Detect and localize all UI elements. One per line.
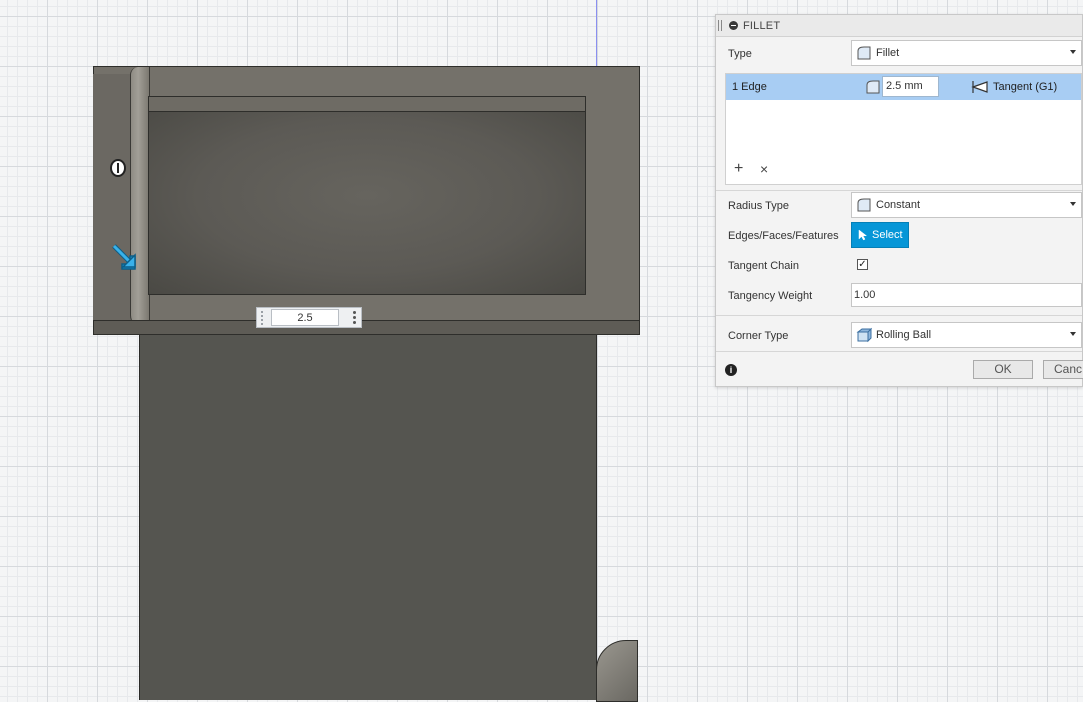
fillet-constant-icon	[857, 198, 871, 212]
edges-faces-features-label: Edges/Faces/Features	[728, 230, 839, 242]
edge-row[interactable]: 1 Edge 2.5 mm Tangent (G1)	[726, 74, 1081, 100]
fillet-type-icon	[857, 46, 871, 60]
edge-name: 1 Edge	[732, 81, 767, 93]
panel-header[interactable]: FILLET	[716, 15, 1082, 37]
edge-continuity[interactable]: Tangent (G1)	[993, 81, 1057, 93]
radius-manipulator: 2.5	[256, 307, 362, 328]
radius-type-value: Constant	[876, 199, 921, 211]
tangent-icon[interactable]	[971, 79, 989, 95]
type-label: Type	[728, 48, 752, 60]
select-button-label: Select	[872, 229, 903, 241]
cancel-button[interactable]: Canc	[1043, 360, 1083, 379]
divider	[716, 315, 1082, 316]
select-button[interactable]: Select	[851, 222, 909, 248]
info-icon[interactable]: i	[725, 364, 737, 376]
model-head-bottom[interactable]	[93, 320, 640, 335]
radius-type-dropdown[interactable]: Constant	[851, 192, 1082, 218]
model-side-part[interactable]	[596, 640, 638, 702]
corner-type-value: Rolling Ball	[876, 329, 932, 341]
ok-button[interactable]: OK	[973, 360, 1033, 379]
panel-grip-icon[interactable]	[718, 20, 722, 31]
edge-radius-input[interactable]: 2.5 mm	[882, 76, 939, 97]
caret-down-icon	[1070, 50, 1076, 54]
corner-rolling-ball-icon	[856, 327, 872, 343]
corner-type-label: Corner Type	[728, 330, 789, 342]
radius-value-input[interactable]: 2.5	[271, 309, 339, 326]
divider	[716, 190, 1082, 191]
grip-icon[interactable]	[257, 308, 267, 327]
collapse-icon[interactable]	[729, 21, 738, 30]
divider	[716, 351, 1082, 352]
add-icon[interactable]: +	[734, 161, 743, 177]
caret-down-icon	[1070, 202, 1076, 206]
pocket-rim	[149, 97, 585, 112]
radius-type-label: Radius Type	[728, 200, 789, 212]
tangent-chain-checkbox[interactable]: ✓	[857, 259, 868, 270]
fillet-panel: FILLET Type Fillet 1 Edge 2.5 mm Tangent…	[715, 14, 1083, 387]
type-dropdown[interactable]: Fillet	[851, 40, 1082, 66]
edges-list: 1 Edge 2.5 mm Tangent (G1) + ×	[725, 73, 1082, 185]
panel-title: FILLET	[743, 19, 781, 32]
caret-down-icon	[1070, 332, 1076, 336]
fillet-preview-edge[interactable]	[130, 67, 150, 329]
fillet-radius-icon	[866, 80, 880, 94]
corner-type-dropdown[interactable]: Rolling Ball	[851, 322, 1082, 348]
kebab-menu-icon[interactable]	[347, 311, 361, 324]
cursor-icon	[858, 229, 868, 241]
handle-icon[interactable]	[110, 159, 126, 177]
tangency-weight-label: Tangency Weight	[728, 290, 813, 302]
model-pocket[interactable]	[148, 96, 586, 295]
tangency-weight-input[interactable]: 1.00	[851, 283, 1082, 307]
tangent-chain-label: Tangent Chain	[728, 260, 799, 272]
remove-icon[interactable]: ×	[760, 162, 768, 176]
type-value: Fillet	[876, 47, 900, 59]
axis-line	[596, 0, 597, 66]
model-left-lip[interactable]	[93, 74, 132, 330]
drag-arrow-icon[interactable]	[110, 242, 140, 272]
model-body[interactable]	[139, 330, 597, 700]
